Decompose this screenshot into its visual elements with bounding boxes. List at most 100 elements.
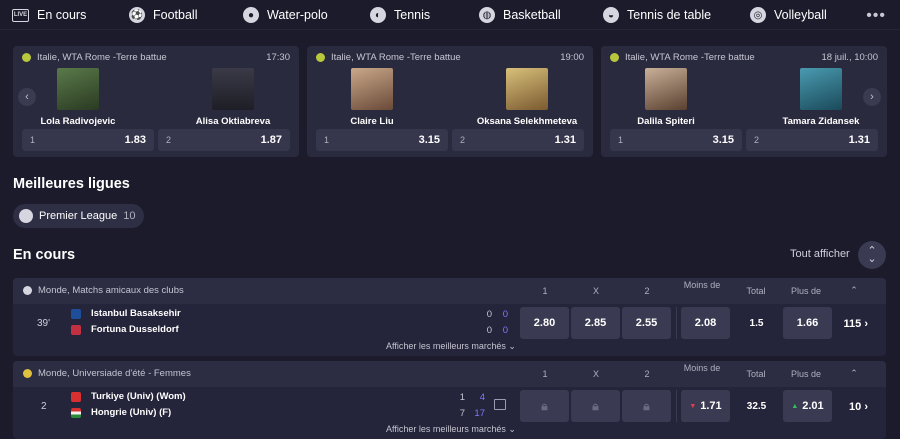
event-league-name: Monde, Universiade d'été - Femmes — [38, 368, 191, 379]
locked-odd-button: 🔒︎ — [571, 390, 620, 422]
odd-key: 1 — [618, 135, 624, 145]
league-chip-premier-league[interactable]: Premier League 10 — [13, 204, 144, 228]
nav-item-volleyball[interactable]: ◎ Volleyball — [750, 0, 827, 30]
live-icon: LIVE — [12, 8, 29, 22]
score: 0 — [486, 309, 492, 320]
player-home: Lola Radivojevic — [18, 68, 138, 127]
league-chip-name: Premier League — [39, 210, 118, 222]
card-league: Italie, WTA Rome -Terre battue — [37, 52, 167, 63]
match-card[interactable]: Italie, WTA Rome -Terre battue 17:30 Lol… — [13, 46, 299, 157]
score: 17 — [474, 408, 485, 419]
odd-button[interactable]: 2 1.31 — [452, 129, 584, 151]
best-markets-label: Afficher les meilleurs marchés — [386, 424, 506, 434]
odd-x-button[interactable]: 2.85 — [571, 307, 620, 339]
player-avatar — [351, 68, 393, 110]
odd-key: 2 — [754, 135, 760, 145]
odd-button[interactable]: 1 3.15 — [610, 129, 742, 151]
event-block: Monde, Matchs amicaux des clubs 1 X 2 Mo… — [13, 278, 886, 356]
odd-key: 1 — [324, 135, 330, 145]
markets-count[interactable]: 10 › — [849, 401, 868, 413]
over-button[interactable]: 1.66 — [783, 307, 832, 339]
odd-button[interactable]: 2 1.87 — [158, 129, 290, 151]
nav-item-water-polo[interactable]: ● Water-polo — [243, 0, 328, 30]
locked-odd-button: 🔒︎ — [622, 390, 671, 422]
carousel-next-icon[interactable]: › — [863, 88, 881, 106]
score: 7 — [459, 408, 465, 419]
nav-item-football[interactable]: ⚽ Football — [129, 0, 197, 30]
tennis-ball-icon — [22, 53, 31, 62]
col-x: X — [592, 286, 599, 296]
col-total: Total — [746, 286, 766, 296]
best-markets-link[interactable]: Afficher les meilleurs marchés ⌄ — [386, 341, 516, 352]
nav-label: En cours — [37, 8, 87, 22]
carousel-prev-icon[interactable]: ‹ — [18, 88, 36, 106]
football-icon: ⚽ — [129, 7, 145, 23]
nav-item-live[interactable]: LIVE En cours — [12, 0, 86, 30]
col-2: 2 — [644, 369, 650, 379]
nav-item-table-tennis[interactable]: ◒ Tennis de table — [603, 0, 711, 30]
match-set: 2 — [41, 401, 47, 412]
nav-label: Football — [153, 8, 198, 22]
flag-icon — [71, 407, 81, 418]
col-x: X — [592, 369, 599, 379]
player-name: Lola Radivojevic — [40, 116, 116, 127]
match-card[interactable]: Italie, WTA Rome -Terre battue 19:00 Cla… — [307, 46, 593, 157]
odd-button[interactable]: 1 3.15 — [316, 129, 448, 151]
col-2: 2 — [644, 286, 650, 296]
odd-value: 1.87 — [260, 134, 282, 146]
team-away: Fortuna Dusseldorf — [71, 324, 179, 335]
team-name: Turkiye (Univ) (Wom) — [91, 391, 186, 402]
show-all-link[interactable]: Tout afficher — [790, 248, 850, 260]
odd-button[interactable]: 2 1.31 — [746, 129, 878, 151]
divider — [676, 390, 677, 422]
total-value: 1.5 — [749, 317, 764, 329]
card-league: Italie, WTA Rome -Terre battue — [331, 52, 461, 63]
markets-count[interactable]: 115 › — [844, 318, 868, 330]
team-badge — [71, 308, 81, 319]
divider — [676, 307, 677, 339]
nav-label: Water-polo — [267, 8, 328, 22]
card-header: Italie, WTA Rome -Terre battue 18 juil.,… — [610, 52, 878, 63]
collapse-icon[interactable]: ⌃ ⌄ — [858, 241, 886, 269]
tennis-ball-icon — [316, 53, 325, 62]
event-header: Monde, Universiade d'été - Femmes 1 X 2 … — [13, 361, 886, 387]
over-button[interactable]: ▲ 2.01 — [783, 390, 832, 422]
collapse-block-icon[interactable]: ⌃ — [847, 285, 861, 296]
football-icon — [23, 286, 32, 295]
odd-value: 1.83 — [124, 134, 146, 146]
league-chip-count: 10 — [123, 210, 136, 222]
nav-item-basketball[interactable]: ◍ Basketball — [479, 0, 561, 30]
odd-2-button[interactable]: 2.55 — [622, 307, 671, 339]
odd-button[interactable]: 1 1.83 — [22, 129, 154, 151]
team-name: Istanbul Basaksehir — [91, 308, 181, 319]
odd-1-button[interactable]: 2.80 — [520, 307, 569, 339]
best-markets-link[interactable]: Afficher les meilleurs marchés ⌄ — [386, 424, 516, 435]
player-avatar — [800, 68, 842, 110]
event-league: Monde, Matchs amicaux des clubs — [23, 285, 184, 296]
card-time: 18 juil., 10:00 — [821, 52, 878, 63]
match-clock: 39' — [37, 318, 51, 329]
odd-key: 1 — [30, 135, 36, 145]
nav-label: Basketball — [503, 8, 561, 22]
match-row[interactable]: 39' Istanbul Basaksehir Fortuna Dusseldo… — [13, 304, 886, 344]
under-button[interactable]: 2.08 — [681, 307, 730, 339]
odd-value: 1.31 — [848, 134, 870, 146]
tennis-ball-icon — [610, 53, 619, 62]
score: 0 — [502, 309, 508, 320]
player-avatar — [506, 68, 548, 110]
player-name: Tamara Zidansek — [782, 116, 860, 127]
col-total: Total — [746, 369, 766, 379]
odd-value: 3.15 — [418, 134, 440, 146]
col-under: Moins de — [683, 280, 721, 290]
under-button[interactable]: ▼ 1.71 — [681, 390, 730, 422]
card-time: 19:00 — [560, 52, 584, 63]
collapse-block-icon[interactable]: ⌃ — [847, 368, 861, 379]
card-league: Italie, WTA Rome -Terre battue — [625, 52, 755, 63]
score: 1 — [459, 392, 465, 403]
stats-icon[interactable] — [494, 399, 506, 410]
match-card[interactable]: Italie, WTA Rome -Terre battue 18 juil.,… — [601, 46, 887, 157]
nav-item-tennis[interactable]: ◐ Tennis — [370, 0, 430, 30]
match-row[interactable]: 2 Turkiye (Univ) (Wom) Hongrie (Univ) (F… — [13, 387, 886, 427]
event-block: Monde, Universiade d'été - Femmes 1 X 2 … — [13, 361, 886, 439]
more-icon[interactable]: ••• — [866, 7, 886, 25]
